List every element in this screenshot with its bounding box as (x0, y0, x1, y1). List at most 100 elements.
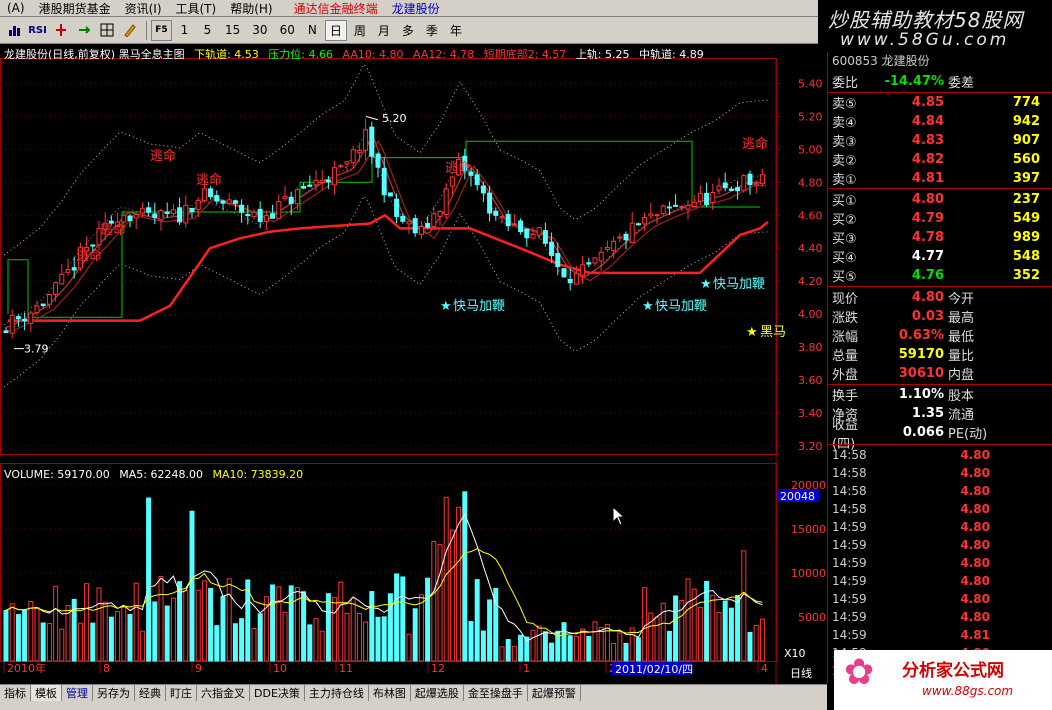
tab-6[interactable]: 六指金叉 (197, 685, 250, 701)
price-axis-label: 3.60 (798, 374, 823, 387)
chart-canvas[interactable]: 5.40 5.20 5.00 4.80 4.60 4.40 4.20 4.00 3.80 3.60… (0, 44, 827, 684)
volume-bar (40, 622, 46, 662)
candle-body (59, 273, 65, 285)
period-60[interactable]: 60 (275, 20, 300, 41)
candle-body (511, 223, 517, 226)
tab-4[interactable]: 经典 (135, 685, 166, 701)
volume-unit-label: X10 (784, 647, 806, 660)
candle-body (232, 200, 238, 204)
volume-bar (158, 576, 164, 662)
volume-bar (604, 624, 610, 662)
volume-bar (586, 636, 592, 662)
candle-body (332, 167, 338, 186)
rsi-icon[interactable]: RSI (27, 20, 48, 41)
candle-body (301, 186, 307, 189)
candle-body (654, 214, 660, 217)
volume-bar (170, 597, 176, 662)
volume-bar (239, 618, 245, 662)
candle-body (170, 209, 176, 215)
period-5[interactable]: 5 (197, 20, 218, 41)
candle-body (679, 206, 685, 209)
period-1[interactable]: 1 (174, 20, 195, 41)
buy-order-row: 买③ 4.78 989 (828, 228, 1052, 247)
tab-7[interactable]: DDE决策 (250, 685, 305, 701)
stat-row: 换手 1.10% 股本 (828, 385, 1052, 404)
order-price: 4.81 (911, 171, 944, 186)
buy-order-row: 买④ 4.77 548 (828, 247, 1052, 266)
period-week[interactable]: 周 (349, 20, 371, 41)
legend-pressure: 压力位: 4.66 (268, 48, 333, 61)
candle-body (561, 268, 567, 278)
candle-body (716, 185, 722, 191)
volume-bar (307, 624, 313, 662)
kline-tools-icon[interactable] (50, 20, 71, 41)
period-multi[interactable]: 多 (397, 20, 419, 41)
stat-label-2: PE(动) (948, 427, 988, 442)
order-volume: 548 (1012, 249, 1040, 264)
period-15[interactable]: 15 (220, 20, 245, 41)
volume-bar (115, 610, 121, 662)
volume-bar (468, 621, 474, 662)
tick-time: 14:59 (832, 538, 867, 552)
period-month[interactable]: 月 (373, 20, 395, 41)
tab-0[interactable]: 指标 (0, 685, 31, 701)
volume-axis-label: 10000 (791, 567, 826, 580)
volume-bar (344, 612, 350, 662)
tick-row: 14:58 4.80 (828, 464, 1052, 482)
high-marker (365, 115, 379, 121)
date-axis-label: 2010年 (7, 661, 46, 675)
volume-bar (189, 510, 195, 662)
price-axis-label: 5.20 (798, 110, 823, 123)
volume-bar (332, 597, 338, 662)
chart-bars-icon[interactable] (4, 20, 25, 41)
volume-bar (598, 626, 604, 662)
candle-body (666, 206, 672, 209)
pencil-icon[interactable] (119, 20, 140, 41)
watermark-bottom-url: www.88gs.com (922, 684, 1014, 698)
tab-2[interactable]: 管理 (62, 685, 93, 701)
period-year[interactable]: 年 (445, 20, 467, 41)
buy-star-icon: ★ (642, 299, 654, 314)
menu-item-a[interactable]: (A) (0, 1, 32, 15)
menu-item-hk-futures[interactable]: 港股期货基金 (32, 0, 118, 17)
candle-body (660, 205, 666, 215)
period-n[interactable]: N (302, 20, 323, 41)
volume-bar (152, 601, 158, 662)
candle-body (133, 214, 139, 219)
menu-item-tools[interactable]: 工具(T) (169, 0, 224, 17)
volume-bar (15, 614, 21, 662)
tab-3[interactable]: 另存为 (93, 685, 135, 701)
tab-8[interactable]: 主力持仓线 (305, 685, 369, 701)
expand-icon[interactable] (73, 20, 94, 41)
candle-body (728, 188, 734, 191)
tab-11[interactable]: 金至操盘手 (464, 685, 528, 701)
period-season[interactable]: 季 (421, 20, 443, 41)
volume-bar (108, 616, 114, 662)
order-volume: 560 (1012, 152, 1040, 167)
period-day[interactable]: 日 (324, 19, 347, 41)
volume-bar (697, 606, 703, 662)
menu-item-info[interactable]: 资讯(I) (118, 0, 169, 17)
tab-9[interactable]: 布林图 (369, 685, 411, 701)
buy-order-row: 买⑤ 4.76 352 (828, 266, 1052, 285)
volume-bar (46, 623, 52, 662)
candle-body (177, 207, 183, 223)
candle-body (691, 202, 697, 208)
tab-12[interactable]: 起爆预警 (528, 685, 581, 701)
stat-value: 0.066 (902, 425, 944, 440)
date-axis-label: 11 (339, 662, 353, 675)
tab-1[interactable]: 模板 (31, 685, 62, 701)
stat-value: 4.80 (911, 290, 944, 305)
tab-10[interactable]: 起爆选股 (411, 685, 464, 701)
menu-item-help[interactable]: 帮助(H) (223, 0, 279, 17)
multi-window-icon[interactable] (96, 20, 117, 41)
order-volume: 989 (1012, 230, 1040, 245)
tab-5[interactable]: 盯庄 (166, 685, 197, 701)
period-30[interactable]: 30 (247, 20, 272, 41)
volume-bar (84, 583, 90, 662)
escape-signal-label: 逃命 (445, 160, 471, 176)
kline-chart[interactable]: 5.40 5.20 5.00 4.80 4.60 4.40 4.20 4.00 3.80 3.60… (0, 44, 827, 684)
order-price: 4.78 (911, 230, 944, 245)
f5-icon[interactable]: F5 (151, 19, 172, 41)
candle-body (406, 220, 412, 225)
